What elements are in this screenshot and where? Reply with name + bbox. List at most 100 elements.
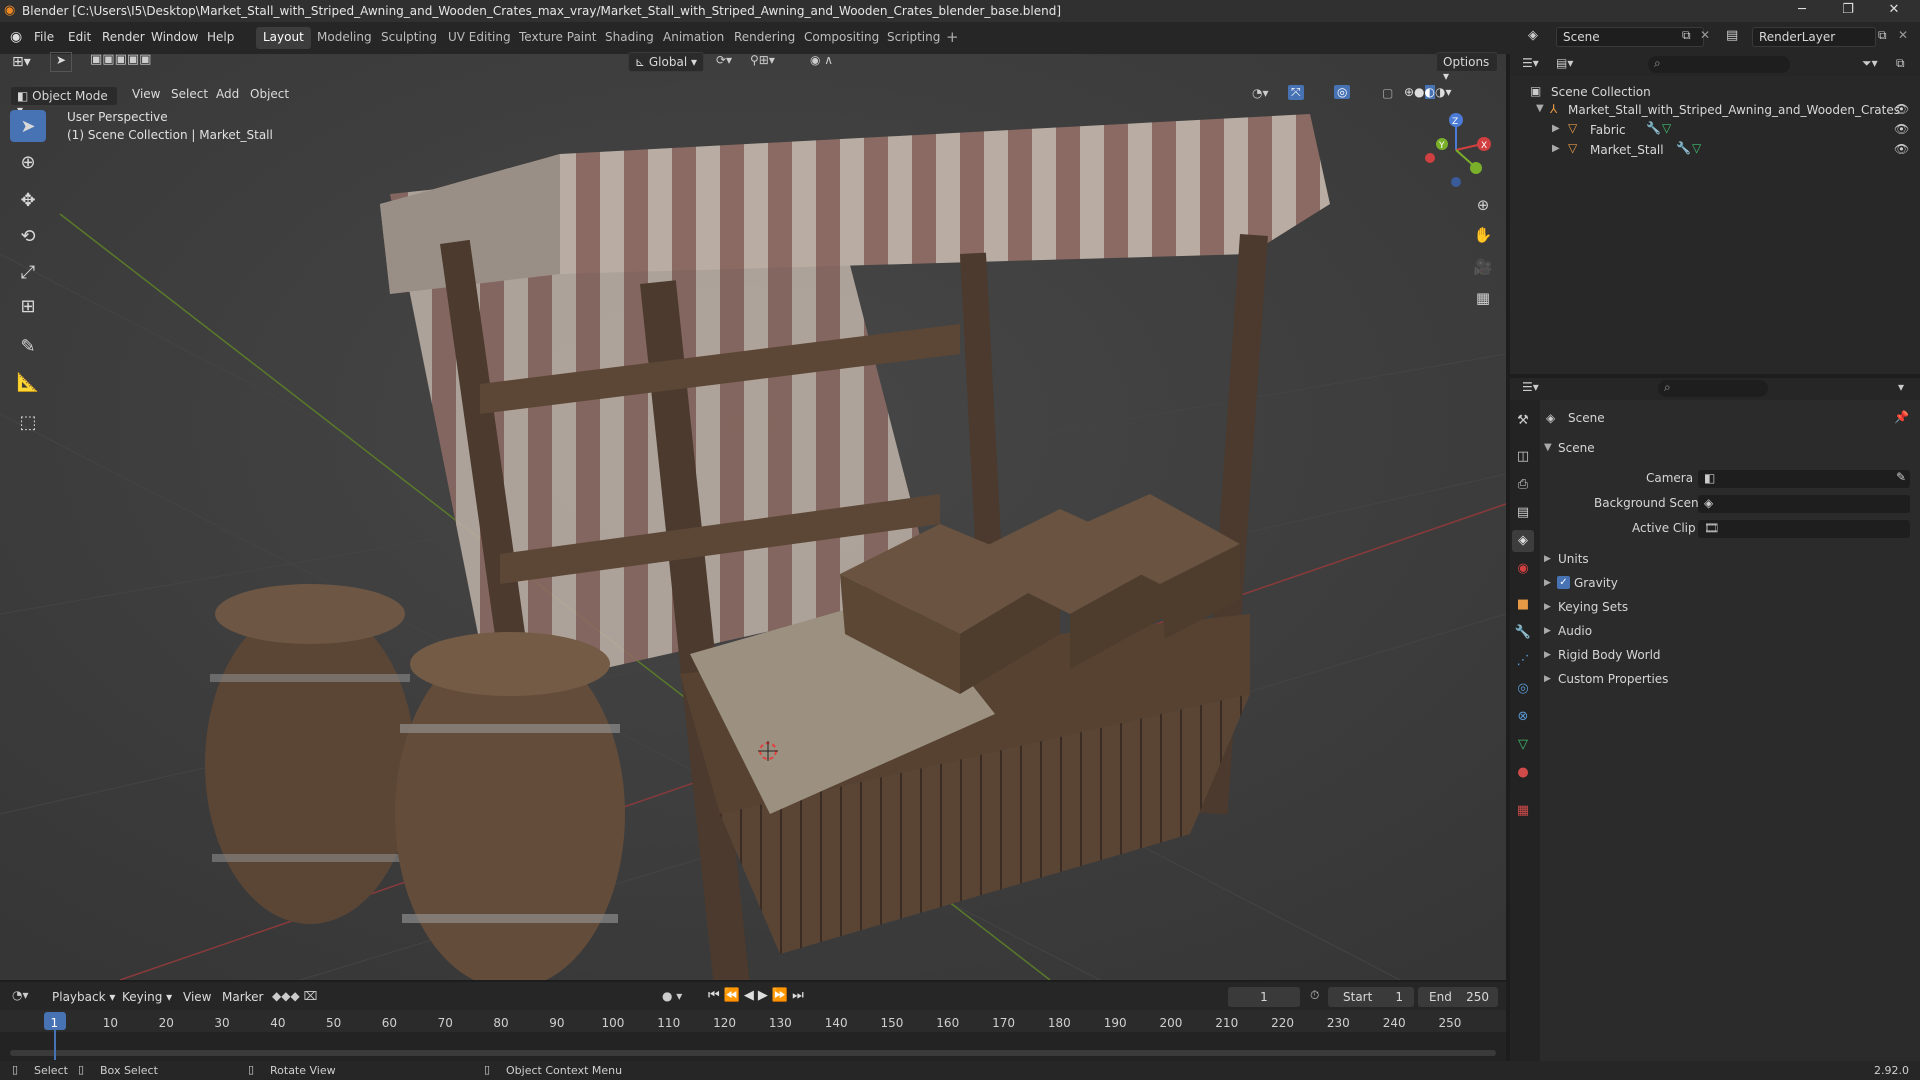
filter-icon[interactable]: ⏷▾ (1862, 56, 1878, 71)
scene-selector-icon[interactable]: ◈ (1528, 28, 1538, 43)
rigid-body-world-panel-header[interactable]: Rigid Body World (1558, 648, 1661, 662)
measure-tool[interactable]: 📐 (10, 366, 46, 398)
transform-tool[interactable]: ⊞ (10, 290, 46, 322)
world-properties-tab[interactable]: ◉ (1512, 558, 1534, 580)
navigation-gizmo[interactable]: Z X Y (1416, 110, 1496, 190)
move-tool[interactable]: ✥ (10, 184, 46, 216)
close-button[interactable]: ✕ (1874, 2, 1914, 17)
new-collection-icon[interactable]: ⧉ (1896, 56, 1905, 71)
new-scene-icon[interactable]: ⧉ (1682, 28, 1691, 43)
scale-tool[interactable]: ⤢ (10, 256, 46, 288)
timeline-menu-keying[interactable]: Keying ▾ (122, 990, 172, 1004)
menu-help[interactable]: Help (207, 30, 234, 44)
menu-edit[interactable]: Edit (68, 30, 91, 44)
render-properties-tab[interactable]: ◫ (1512, 446, 1534, 468)
current-frame-field[interactable]: 1 (1228, 987, 1300, 1007)
timeline-menu-playback[interactable]: Playback ▾ (52, 990, 115, 1004)
gizmo-toggle-icon[interactable]: ⤧ (1288, 85, 1304, 100)
properties-search-input[interactable]: ⌕ (1658, 380, 1768, 397)
zoom-icon[interactable]: ⊕ (1470, 192, 1496, 218)
output-properties-tab[interactable]: ⎙ (1512, 474, 1534, 496)
viewport-menu-add[interactable]: Add (216, 87, 239, 101)
outliner-item-label[interactable]: Market_Stall_with_Striped_Awning_and_Woo… (1568, 103, 1900, 117)
pan-hand-icon[interactable]: ✋ (1470, 222, 1496, 248)
eye-icon[interactable]: 👁 (1894, 102, 1909, 116)
select-box-tool[interactable]: ➤ (10, 110, 46, 142)
tab-compositing[interactable]: Compositing (797, 27, 886, 49)
view-layer-properties-tab[interactable]: ▤ (1512, 502, 1534, 524)
object-properties-tab[interactable]: ■ (1512, 594, 1534, 616)
tool-properties-tab[interactable]: ⚒ (1512, 410, 1534, 432)
gravity-checkbox[interactable]: ✓ (1557, 576, 1570, 589)
outliner-editor-icon[interactable]: ☰▾ (1522, 56, 1539, 70)
tab-modeling[interactable]: Modeling (310, 27, 379, 49)
scene-properties-tab[interactable]: ◈ (1512, 530, 1534, 552)
cursor-tool[interactable]: ⊕ (10, 146, 46, 178)
pivot-icon[interactable]: ⟳▾ (716, 53, 732, 67)
outliner-search-input[interactable]: ⌕ (1648, 56, 1790, 73)
expand-arrow-icon[interactable]: ▶ (1544, 578, 1551, 588)
timeline-editor-icon[interactable]: ◔▾ (12, 988, 29, 1002)
eyedropper-icon[interactable]: ✎ (1896, 470, 1906, 484)
add-workspace-icon[interactable]: + (946, 28, 959, 46)
viewport-menu-select[interactable]: Select (171, 87, 208, 101)
expand-arrow-icon[interactable]: ▶ (1544, 650, 1551, 660)
constraints-properties-tab[interactable]: ⊗ (1512, 706, 1534, 728)
tab-uv-editing[interactable]: UV Editing (441, 27, 518, 49)
timeline-scrollbar[interactable] (10, 1050, 1496, 1056)
tab-shading[interactable]: Shading (598, 27, 661, 49)
texture-properties-tab[interactable]: ▦ (1512, 800, 1534, 822)
camera-view-icon[interactable]: 🎥 (1470, 254, 1496, 280)
blender-menu-icon[interactable]: ◉ (10, 29, 22, 45)
end-frame-field[interactable]: End 250 (1418, 987, 1498, 1007)
minimize-button[interactable]: ─ (1782, 2, 1822, 17)
custom-properties-panel-header[interactable]: Custom Properties (1558, 672, 1668, 686)
view-layer-icon[interactable]: ▤ (1726, 28, 1738, 43)
expand-arrow-icon[interactable]: ▼ (1544, 442, 1552, 453)
render-layer-field[interactable]: RenderLayer (1752, 27, 1876, 47)
maximize-button[interactable]: ❐ (1828, 2, 1868, 17)
tab-layout[interactable]: Layout (256, 27, 311, 49)
modifier-properties-tab[interactable]: 🔧 (1512, 622, 1534, 644)
object-mode-dropdown[interactable]: ◧ Object Mode ▾ (10, 86, 118, 117)
pin-icon[interactable]: 📌 (1894, 410, 1909, 424)
keying-sets-panel-header[interactable]: Keying Sets (1558, 600, 1628, 614)
display-mode-icon[interactable]: ▤▾ (1556, 56, 1573, 70)
active-clip-field[interactable]: 🎞 (1698, 520, 1910, 538)
tab-sculpting[interactable]: Sculpting (374, 27, 444, 49)
ortho-grid-icon[interactable]: ▦ (1470, 285, 1496, 311)
viewport-menu-view[interactable]: View (132, 87, 160, 101)
physics-properties-tab[interactable]: ◎ (1512, 678, 1534, 700)
rotate-tool[interactable]: ⟲ (10, 220, 46, 252)
expand-arrow-icon[interactable]: ▼ (1536, 103, 1544, 114)
units-panel-header[interactable]: Units (1558, 552, 1589, 566)
scene-section-header[interactable]: Scene (1558, 441, 1595, 455)
gravity-panel-header[interactable]: Gravity (1574, 576, 1618, 590)
eye-icon[interactable]: 👁 (1894, 122, 1909, 136)
menu-window[interactable]: Window (151, 30, 198, 44)
playback-controls[interactable]: ⏮⏪◀▶⏩⏭ (708, 988, 808, 1003)
outliner-item-label[interactable]: Market_Stall (1590, 143, 1664, 157)
xray-icon[interactable]: ▢ (1382, 86, 1393, 100)
outliner-item-label[interactable]: Fabric (1590, 123, 1626, 137)
start-frame-field[interactable]: Start 1 (1328, 987, 1414, 1007)
tab-scripting[interactable]: Scripting (880, 27, 947, 49)
outliner-root-label[interactable]: Scene Collection (1551, 85, 1651, 99)
expand-arrow-icon[interactable]: ▶ (1552, 143, 1560, 154)
add-cube-tool[interactable]: ⬚ (10, 406, 46, 438)
editor-type-icon[interactable]: ⊞▾ (12, 54, 31, 70)
transform-orientation-dropdown[interactable]: ⊾ Global ▾ (628, 52, 704, 72)
proportional-edit-icon[interactable]: ◉ ∧ (810, 53, 833, 67)
overlay-toggle-icon[interactable]: ◎ (1334, 85, 1351, 99)
material-properties-tab[interactable]: ● (1512, 762, 1534, 784)
timeline-menu-view[interactable]: View (183, 990, 211, 1004)
record-button[interactable]: ● ▾ (662, 989, 682, 1003)
expand-arrow-icon[interactable]: ▶ (1544, 674, 1551, 684)
delete-view-layer-icon[interactable]: ✕ (1898, 28, 1908, 42)
properties-editor-icon[interactable]: ☰▾ (1522, 380, 1539, 394)
new-view-layer-icon[interactable]: ⧉ (1878, 28, 1887, 43)
tab-animation[interactable]: Animation (656, 27, 731, 49)
eye-icon[interactable]: 👁 (1894, 142, 1909, 156)
camera-field[interactable]: ◧ ✎ (1698, 470, 1910, 488)
expand-arrow-icon[interactable]: ▶ (1544, 554, 1551, 564)
